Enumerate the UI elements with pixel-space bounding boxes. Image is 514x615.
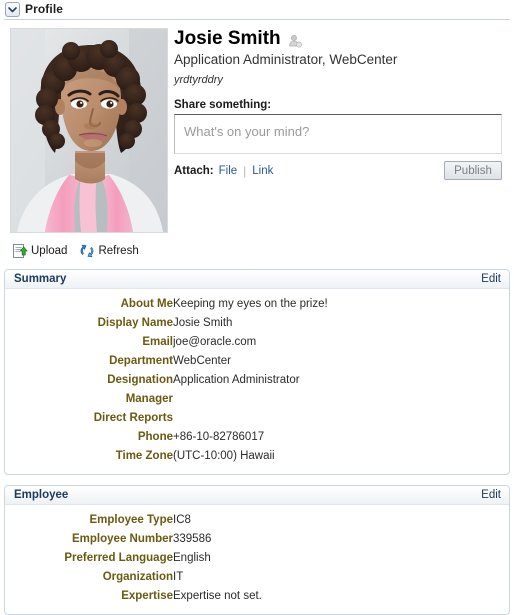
share-placeholder: What's on your mind?	[184, 124, 310, 139]
chevron-down-icon[interactable]	[5, 1, 20, 17]
field-value: English	[173, 552, 211, 564]
field-row: Direct Reports	[5, 409, 509, 428]
person-name-row: Josie Smith	[174, 28, 502, 50]
person-role: Application Administrator, WebCenter	[174, 52, 398, 67]
field-value: WebCenter	[173, 355, 231, 367]
field-value: IC8	[173, 514, 191, 526]
section-header: Employee Edit	[5, 486, 509, 505]
photo-actions: Upload Refresh	[10, 243, 170, 259]
share-label: Share something:	[174, 99, 272, 111]
field-label: Email	[142, 336, 173, 348]
section-panel: Employee Edit Employee Type IC8 Employee Num…	[4, 485, 510, 615]
field-value	[173, 409, 509, 428]
photo-column: Upload Refresh	[0, 28, 170, 259]
share-input[interactable]: What's on your mind?	[174, 114, 502, 154]
page-title: Profile	[25, 2, 64, 16]
profile-header-bar: Profile	[0, 0, 514, 17]
field-label: About Me	[120, 298, 173, 310]
publish-button[interactable]: Publish	[444, 161, 502, 180]
field-label: Display Name	[97, 317, 173, 329]
presence-person-icon[interactable]	[288, 32, 302, 48]
field-label: Designation	[107, 374, 173, 386]
field-row: Designation Application Administrator	[5, 371, 509, 390]
field-row: About Me Keeping my eyes on the prize!	[5, 295, 509, 314]
attach-separator: |	[243, 163, 247, 178]
field-label: Employee Type	[89, 514, 173, 526]
field-label: Direct Reports	[93, 412, 173, 424]
identity-column: Josie Smith Application Administrator, W…	[170, 28, 514, 259]
field-row: Email joe@oracle.com	[5, 333, 509, 352]
attach-row: Attach: File | Link Publish	[174, 161, 502, 180]
section-header: Summary Edit	[5, 270, 509, 289]
person-note: yrdtyrddry	[174, 74, 223, 86]
field-value: Expertise not set.	[173, 590, 262, 602]
field-table: About Me Keeping my eyes on the prize! Dis…	[5, 295, 509, 466]
profile-sections: Summary Edit About Me Keeping my eyes on th…	[0, 269, 514, 615]
field-label: Manager	[125, 393, 173, 405]
field-row: Organization IT	[5, 568, 509, 587]
field-row: Employee Number 339586	[5, 530, 509, 549]
profile-top-region: Upload Refresh Josie Smith Application A…	[0, 20, 514, 259]
refresh-arrows-icon	[79, 243, 95, 259]
person-name: Josie Smith	[174, 28, 281, 49]
field-value: Application Administrator	[173, 374, 300, 386]
field-label: Phone	[137, 431, 173, 443]
field-row: Expertise Expertise not set.	[5, 587, 509, 606]
field-label: Employee Number	[72, 533, 173, 545]
field-label: Preferred Language	[64, 552, 173, 564]
upload-photo-label: Upload	[31, 245, 68, 257]
field-row: Employee Type IC8	[5, 511, 509, 530]
section-panel: Summary Edit About Me Keeping my eyes on th…	[4, 269, 510, 475]
field-row: Display Name Josie Smith	[5, 314, 509, 333]
section-edit-link[interactable]: Edit	[481, 273, 501, 285]
field-row: Phone +86-10-82786017	[5, 428, 509, 447]
field-value: (UTC-10:00) Hawaii	[173, 450, 275, 462]
field-value: IT	[173, 571, 184, 583]
refresh-photo-label: Refresh	[98, 245, 139, 257]
section-title: Employee	[14, 489, 69, 501]
upload-document-icon	[12, 243, 28, 259]
refresh-photo-button[interactable]: Refresh	[79, 243, 139, 259]
field-value: +86-10-82786017	[173, 431, 265, 443]
section-body: About Me Keeping my eyes on the prize! Dis…	[5, 289, 509, 474]
attach-link-link[interactable]: Link	[252, 165, 273, 177]
field-value	[173, 390, 509, 409]
field-label: Expertise	[121, 590, 173, 602]
field-label: Time Zone	[115, 450, 173, 462]
field-row: Department WebCenter	[5, 352, 509, 371]
share-block: Share something: What's on your mind? At…	[174, 99, 502, 180]
field-row: Preferred Language English	[5, 549, 509, 568]
upload-photo-button[interactable]: Upload	[12, 243, 67, 259]
field-label: Organization	[102, 571, 173, 583]
field-label: Department	[109, 355, 173, 367]
avatar[interactable]	[10, 28, 168, 233]
section-body: Employee Type IC8 Employee Number 339586 Pre…	[5, 505, 509, 614]
attach-label: Attach:	[174, 164, 214, 177]
attach-file-link[interactable]: File	[219, 165, 238, 177]
field-value: 339586	[173, 533, 212, 545]
section-title: Summary	[14, 273, 67, 285]
field-table: Employee Type IC8 Employee Number 339586 Pre…	[5, 511, 509, 606]
field-value: joe@oracle.com	[173, 336, 257, 348]
field-value: Josie Smith	[173, 317, 233, 329]
section-edit-link[interactable]: Edit	[481, 489, 501, 501]
field-row: Manager	[5, 390, 509, 409]
field-row: Time Zone (UTC-10:00) Hawaii	[5, 447, 509, 466]
field-value: Keeping my eyes on the prize!	[173, 298, 328, 310]
